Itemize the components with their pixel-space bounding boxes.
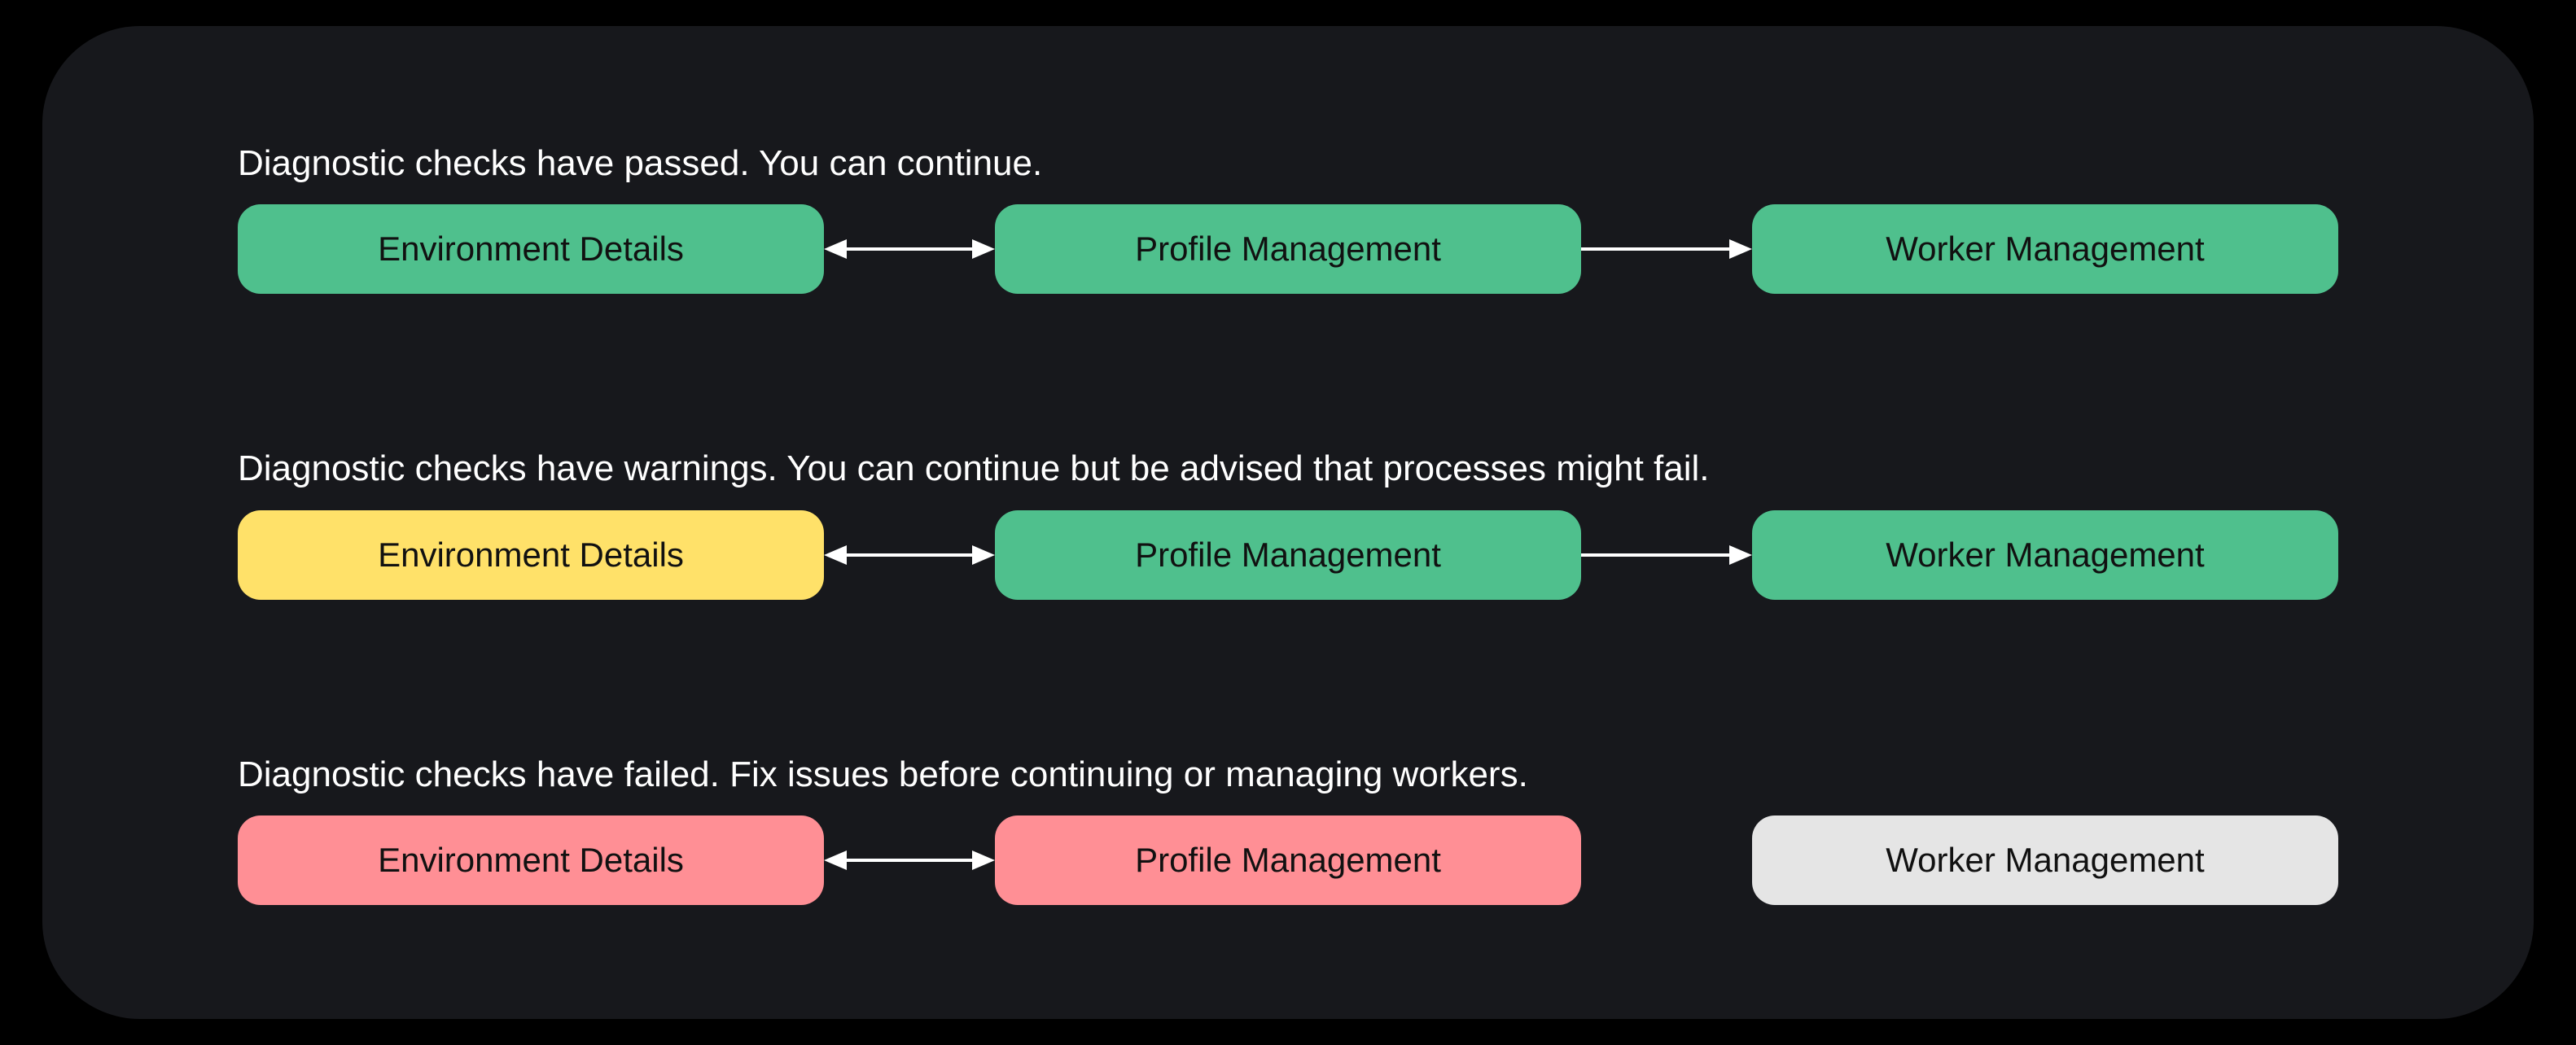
state-failed-caption: Diagnostic checks have failed. Fix issue… [238,751,2338,798]
state-passed: Diagnostic checks have passed. You can c… [238,140,2338,294]
node-profile-management: Profile Management [995,815,1581,905]
arrow-right-icon [1581,510,1752,600]
arrow-double-icon [824,204,995,294]
node-environment-details: Environment Details [238,204,824,294]
state-failed-flow: Environment Details Profile Management W… [238,815,2338,905]
node-profile-management: Profile Management [995,204,1581,294]
state-passed-caption: Diagnostic checks have passed. You can c… [238,140,2338,186]
state-warnings: Diagnostic checks have warnings. You can… [238,445,2338,599]
node-profile-management: Profile Management [995,510,1581,600]
arrow-double-icon [824,510,995,600]
node-environment-details: Environment Details [238,510,824,600]
state-failed: Diagnostic checks have failed. Fix issue… [238,751,2338,905]
state-warnings-caption: Diagnostic checks have warnings. You can… [238,445,2338,492]
diagram-panel: Diagnostic checks have passed. You can c… [42,26,2534,1019]
node-worker-management: Worker Management [1752,510,2338,600]
node-worker-management: Worker Management [1752,204,2338,294]
state-warnings-flow: Environment Details Profile Management W… [238,510,2338,600]
arrow-none-icon [1581,815,1752,905]
arrow-right-icon [1581,204,1752,294]
node-environment-details: Environment Details [238,815,824,905]
arrow-double-icon [824,815,995,905]
state-passed-flow: Environment Details Profile Management W… [238,204,2338,294]
node-worker-management: Worker Management [1752,815,2338,905]
